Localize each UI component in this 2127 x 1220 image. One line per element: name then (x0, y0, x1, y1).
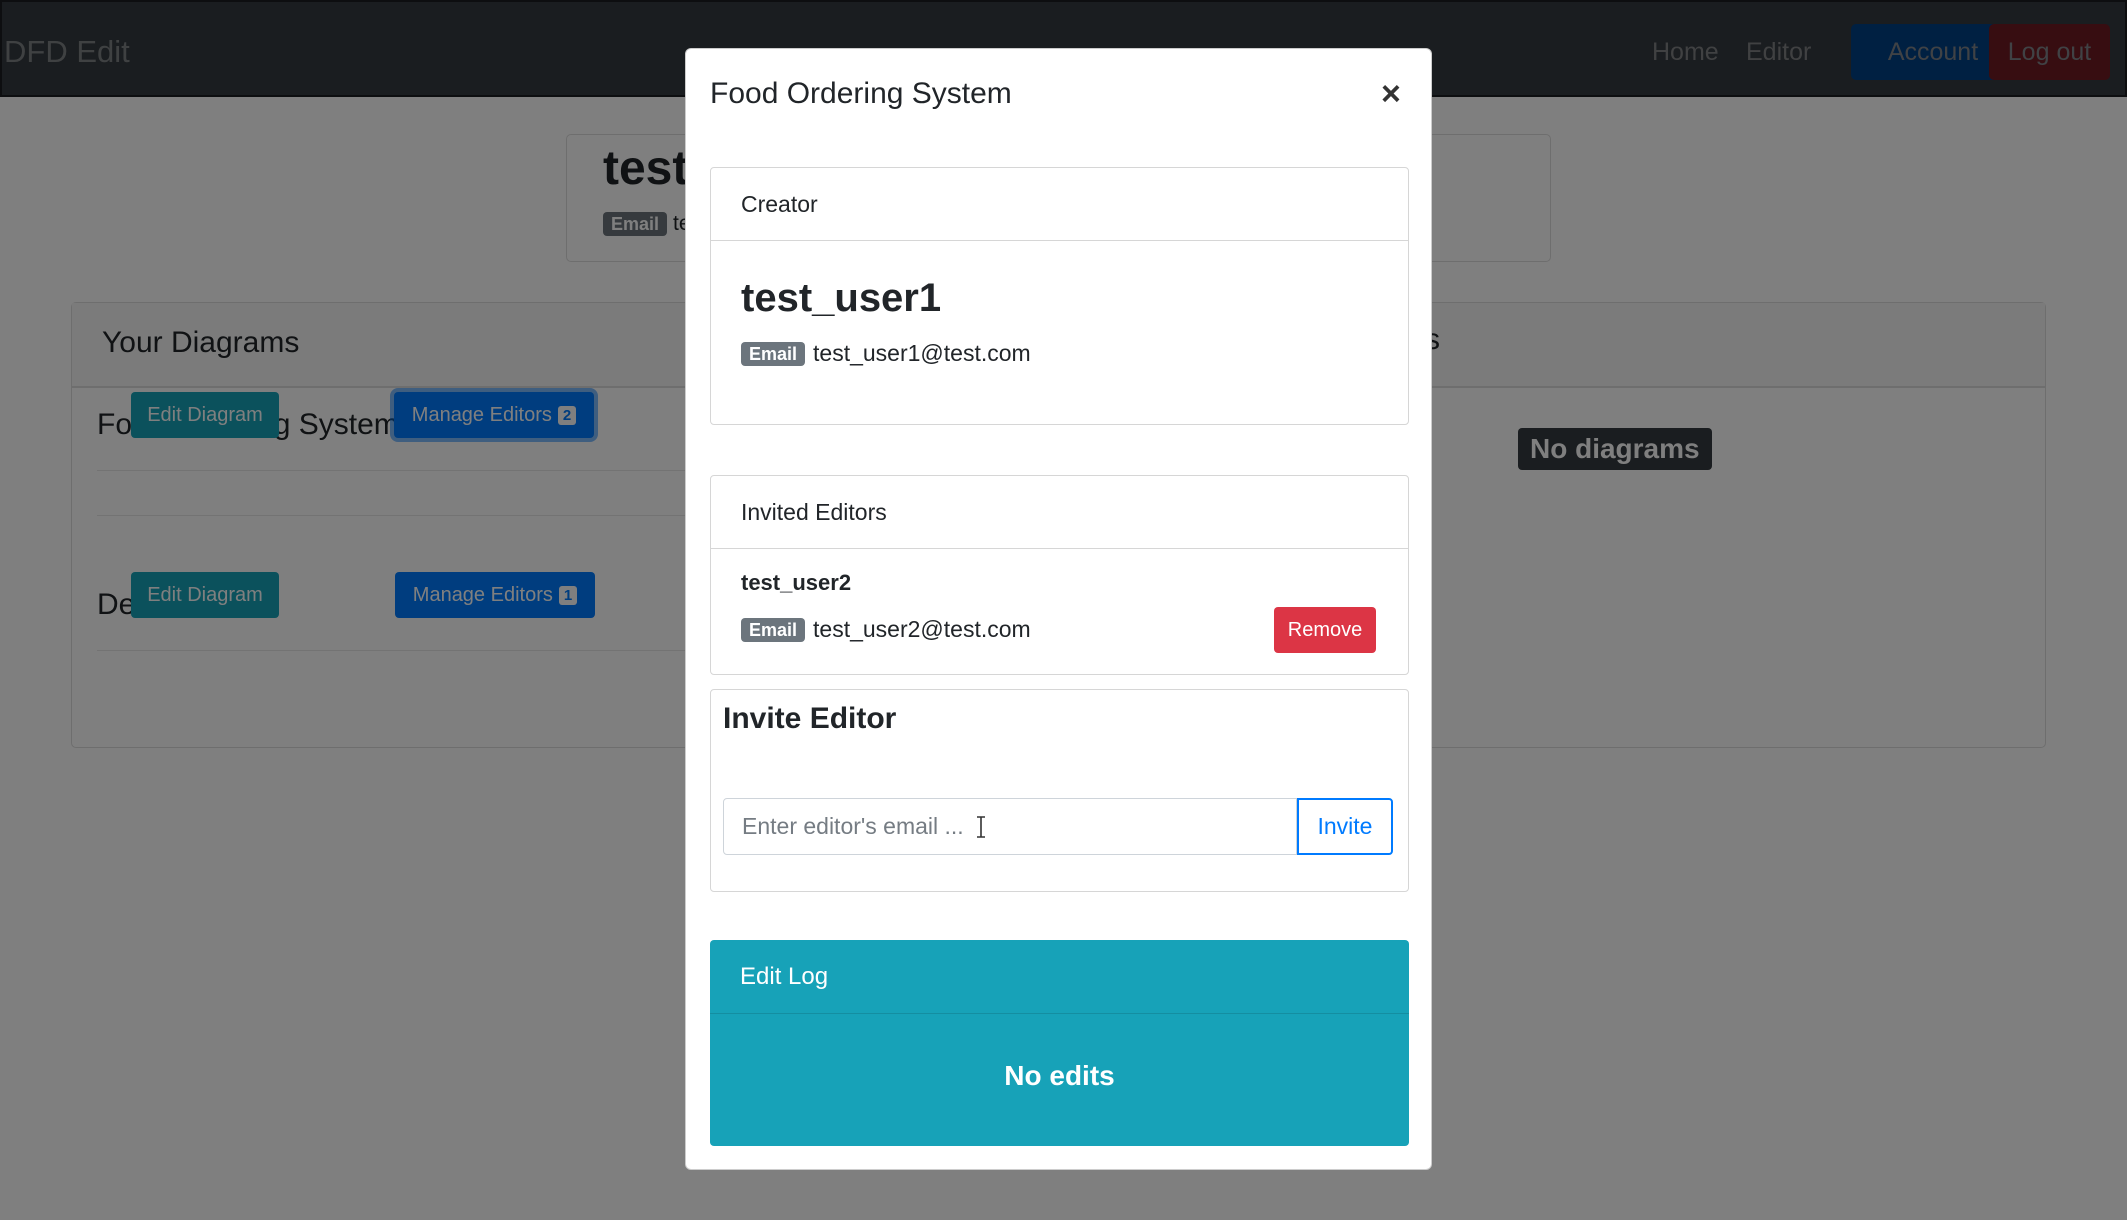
editor-email: Email test_user2@test.com (741, 616, 1031, 643)
creator-name: test_user1 (741, 276, 942, 320)
manage-editors-modal: Food Ordering System × Creator test_user… (685, 48, 1432, 1170)
invite-email-input[interactable] (723, 798, 1297, 855)
email-badge: Email (741, 617, 806, 642)
email-badge: Email (741, 341, 806, 366)
creator-email: Email test_user1@test.com (741, 340, 1031, 367)
editor-email-text: test_user2@test.com (813, 616, 1031, 642)
no-edits-text: No edits (1004, 1060, 1115, 1091)
invited-editors-header: Invited Editors (711, 476, 1408, 549)
invite-editor-title: Invite Editor (723, 702, 897, 735)
creator-card: Creator test_user1 Email test_user1@test… (710, 167, 1409, 425)
close-icon[interactable]: × (1381, 75, 1401, 114)
invited-editors-card: Invited Editors test_user2 Email test_us… (710, 475, 1409, 675)
invite-button[interactable]: Invite (1297, 798, 1393, 855)
edit-log-card: Edit Log No edits (710, 940, 1409, 1146)
remove-editor-button[interactable]: Remove (1274, 607, 1376, 653)
edit-log-header: Edit Log (710, 940, 1409, 1014)
editor-name: test_user2 (741, 570, 852, 595)
modal-title: Food Ordering System (710, 77, 1012, 110)
creator-email-text: test_user1@test.com (813, 340, 1031, 366)
creator-header: Creator (711, 168, 1408, 241)
invite-editor-card: Invite Editor Invite (710, 689, 1409, 892)
text-cursor-icon (977, 816, 985, 838)
